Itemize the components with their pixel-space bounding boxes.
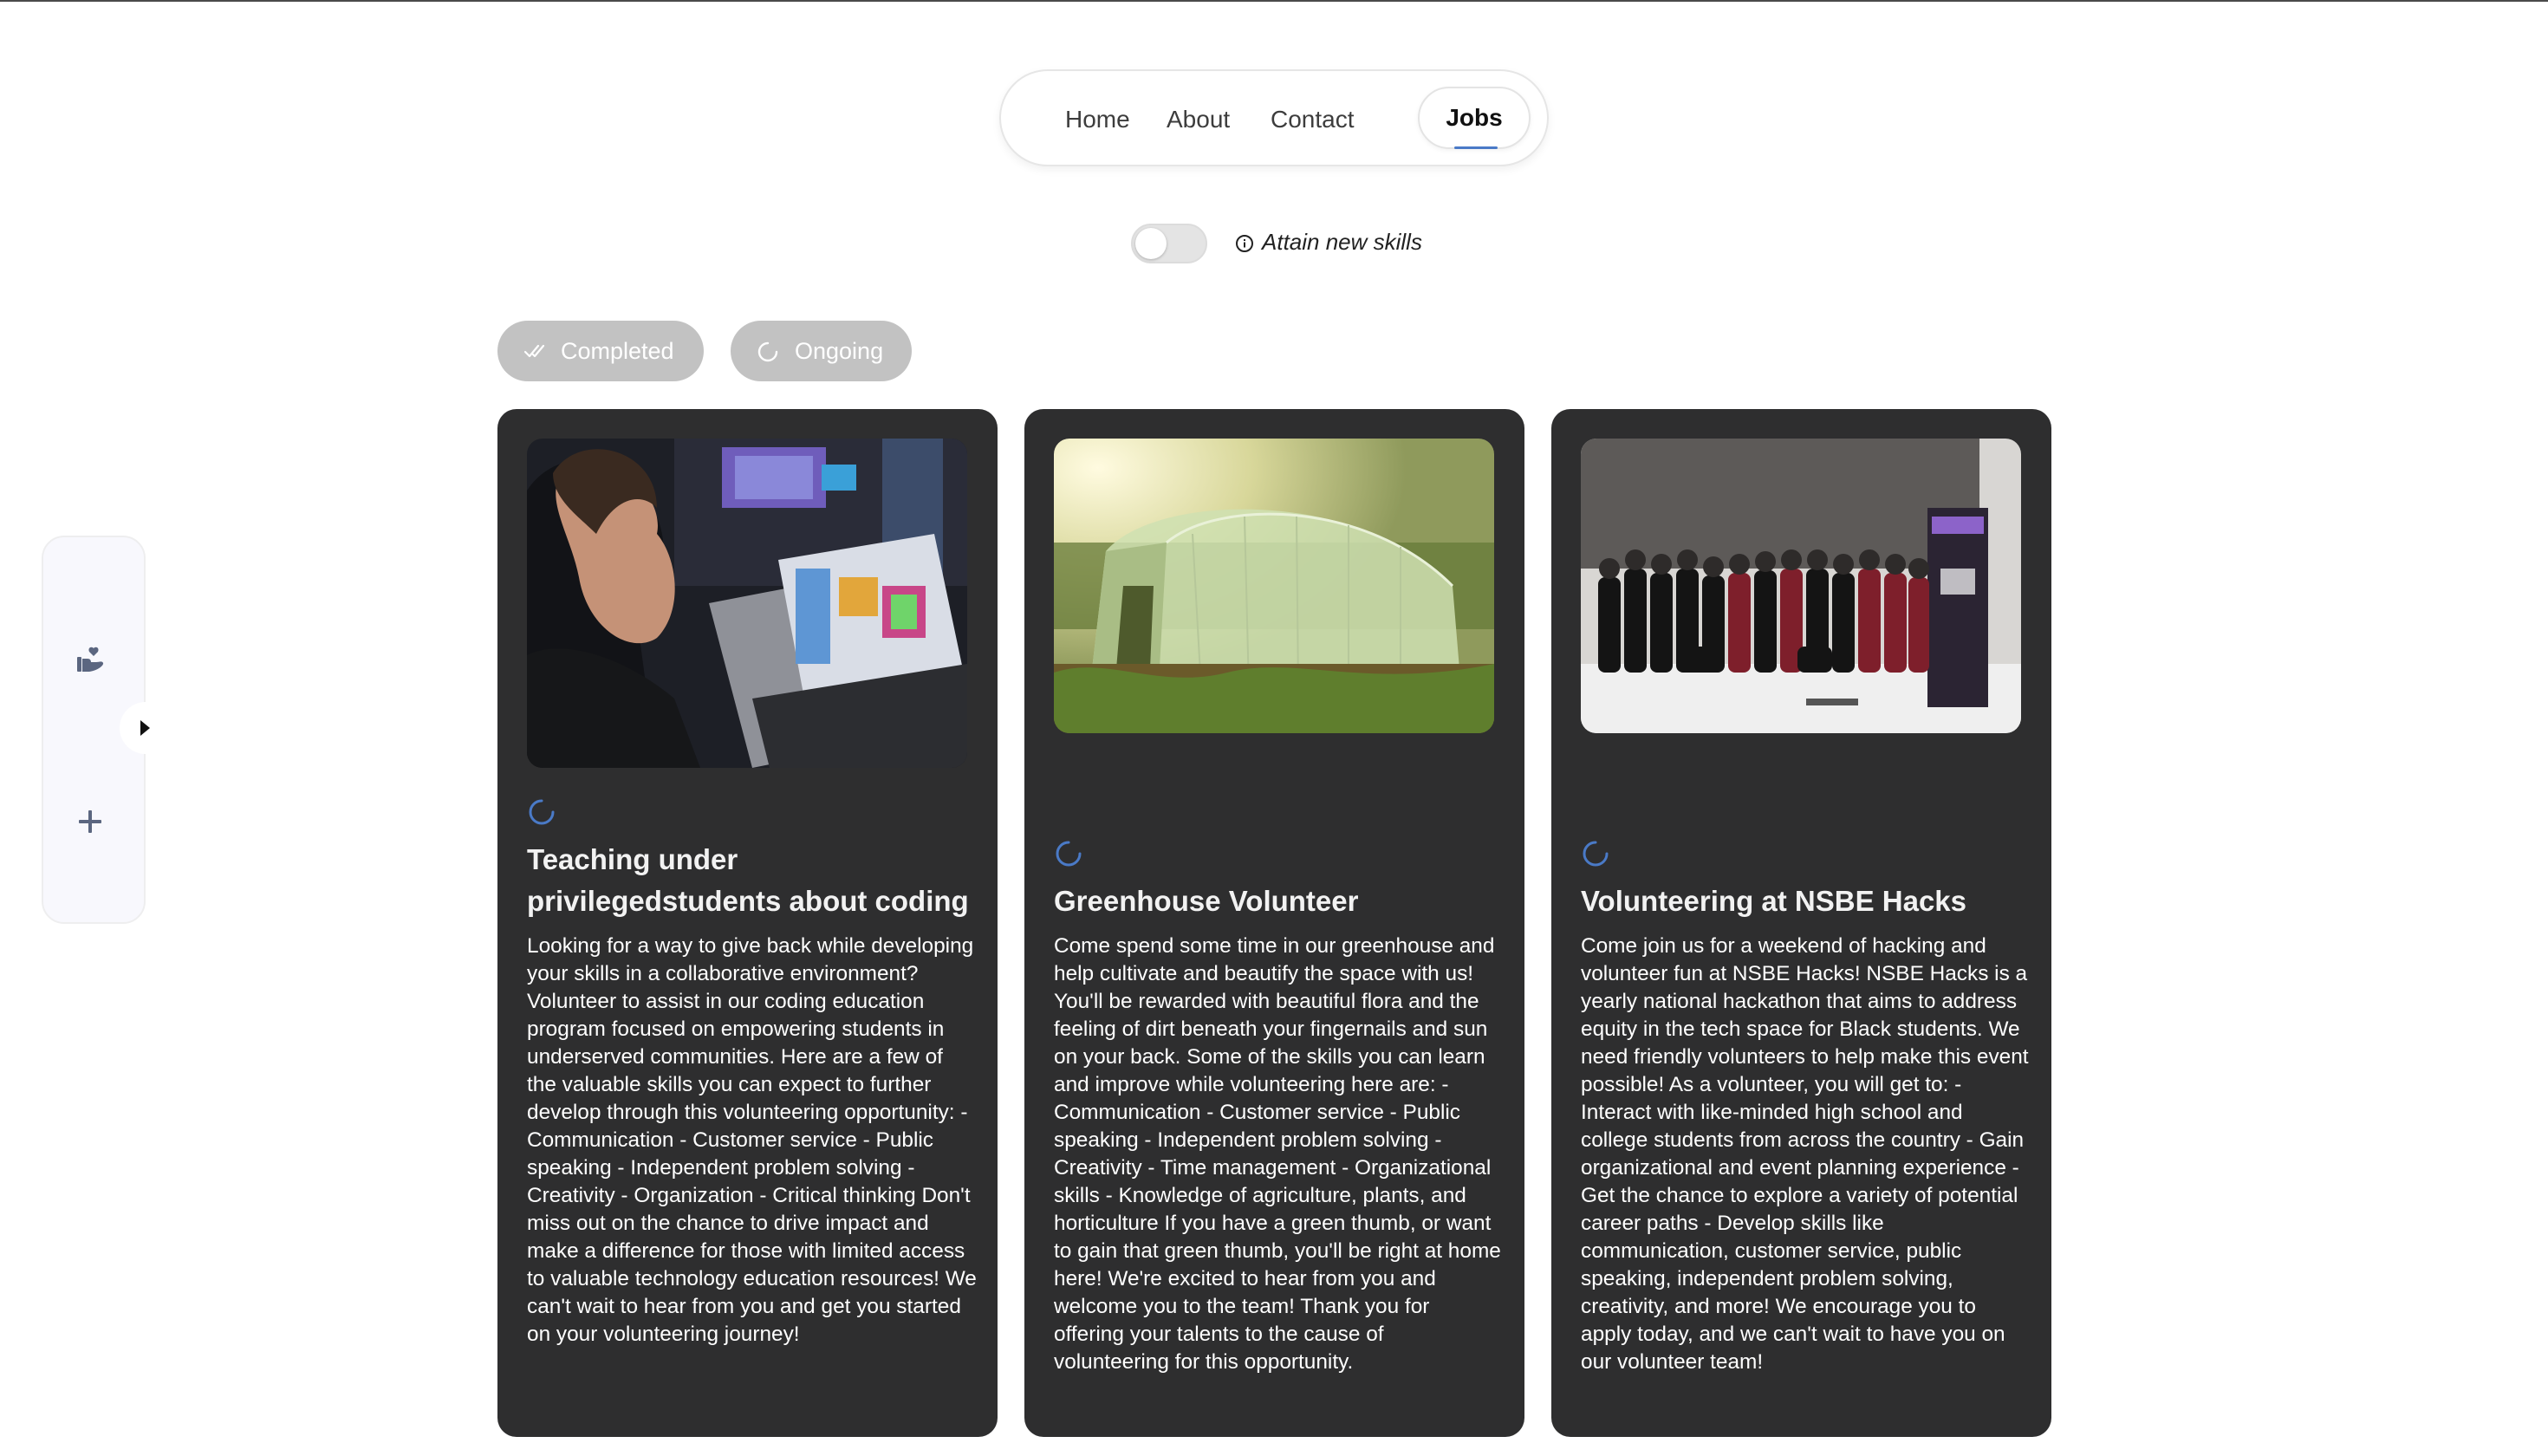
attain-skills-toggle[interactable] xyxy=(1131,224,1207,263)
ongoing-status-icon xyxy=(529,799,555,825)
ongoing-filter-label: Ongoing xyxy=(795,338,884,364)
job-title: Teaching under privilegedstudents about … xyxy=(527,843,969,917)
completed-filter-button[interactable]: Completed xyxy=(497,321,704,381)
ongoing-status-icon xyxy=(1583,841,1609,867)
spinner-icon xyxy=(757,341,778,362)
double-check-icon xyxy=(523,344,545,358)
plus-icon[interactable] xyxy=(76,808,104,835)
ongoing-filter-button[interactable]: Ongoing xyxy=(731,321,912,381)
completed-filter-label: Completed xyxy=(561,338,674,364)
caret-right-icon xyxy=(140,720,150,736)
nav-link-contact[interactable]: Contact xyxy=(1271,71,1355,168)
active-indicator xyxy=(1454,146,1498,149)
hand-heart-icon[interactable] xyxy=(75,645,106,676)
job-card[interactable]: Greenhouse Volunteer Come spend some tim… xyxy=(1024,409,1524,1437)
job-description: Come join us for a weekend of hacking an… xyxy=(1581,934,2029,1374)
nav-link-about[interactable]: About xyxy=(1167,71,1230,168)
info-icon xyxy=(1235,234,1254,253)
job-card[interactable]: Teaching under privilegedstudents about … xyxy=(497,409,998,1437)
job-description: Come spend some time in our greenhouse a… xyxy=(1054,934,1501,1374)
main-nav: Home About Contact Jobs xyxy=(999,69,1549,166)
job-image xyxy=(1581,439,2021,733)
job-description: Looking for a way to give back while dev… xyxy=(527,934,977,1346)
toggle-knob xyxy=(1135,228,1167,259)
nav-link-jobs[interactable]: Jobs xyxy=(1418,87,1531,149)
job-card[interactable]: Volunteering at NSBE Hacks Come join us … xyxy=(1551,409,2051,1437)
ongoing-status-icon xyxy=(1056,841,1082,867)
nav-link-home[interactable]: Home xyxy=(1065,71,1130,168)
job-title: Volunteering at NSBE Hacks xyxy=(1581,885,1967,917)
job-title: Greenhouse Volunteer xyxy=(1054,885,1359,917)
job-image xyxy=(527,439,967,768)
job-image xyxy=(1054,439,1494,733)
sidebar-expand-button[interactable] xyxy=(120,702,172,754)
toggle-label: Attain new skills xyxy=(1262,229,1422,255)
nav-jobs-label: Jobs xyxy=(1446,104,1503,131)
